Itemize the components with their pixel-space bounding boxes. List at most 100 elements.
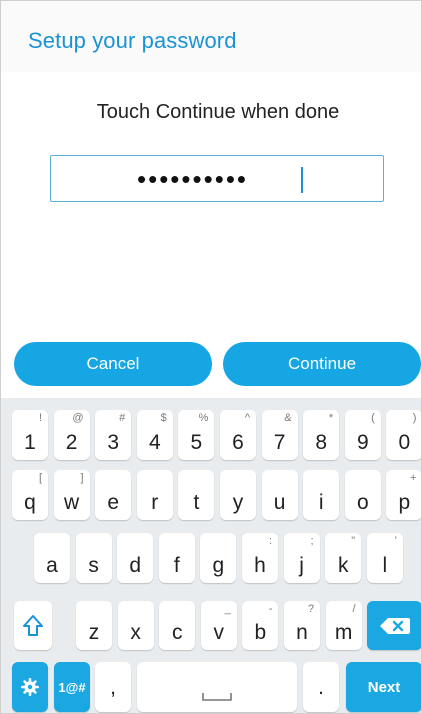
key-label: k (337, 554, 349, 577)
settings-key[interactable] (12, 662, 48, 712)
key-hint: % (198, 412, 209, 424)
key-label: w (64, 491, 80, 514)
key-label: c (171, 621, 183, 644)
key-label: x (130, 621, 141, 644)
key-q[interactable]: q[ (12, 470, 48, 520)
key-6[interactable]: 6 ^ (220, 410, 256, 460)
key-label: z (88, 621, 100, 644)
key-label: 8 (315, 431, 328, 454)
key-label: 9 (356, 431, 369, 454)
key-a[interactable]: a (34, 533, 70, 583)
key-label: l (382, 554, 388, 577)
key-b[interactable]: b- (242, 601, 279, 650)
key-label: n (296, 621, 308, 644)
key-hint: + (409, 472, 417, 484)
key-hint: ; (310, 535, 314, 547)
key-label: t (193, 491, 200, 514)
key-hint: ! (38, 412, 42, 424)
key-d[interactable]: d (117, 533, 154, 583)
space-key[interactable] (137, 662, 297, 712)
key-label: i (318, 491, 324, 514)
key-j[interactable]: j; (283, 533, 320, 583)
key-c[interactable]: c (159, 601, 196, 650)
password-mask: •••••••••• (137, 164, 249, 194)
backspace-key[interactable] (367, 601, 422, 650)
key-label: m (334, 621, 353, 644)
key-hint: & (284, 412, 292, 424)
key-label: 5 (190, 431, 203, 454)
key-label: v (213, 621, 225, 644)
key-label: g (212, 554, 225, 577)
key-k[interactable]: k " (325, 533, 362, 583)
key-e[interactable]: e (95, 470, 132, 520)
key-u[interactable]: u (261, 470, 298, 520)
key-m[interactable]: m / (325, 601, 362, 650)
key-w[interactable]: w] (53, 470, 90, 520)
key-hint: _ (224, 603, 231, 615)
key-8[interactable]: 8 * (303, 410, 340, 460)
key-label: e (107, 491, 120, 514)
key-v[interactable]: v _ (200, 601, 237, 650)
password-input[interactable]: •••••••••• (50, 155, 384, 202)
shift-key[interactable] (14, 601, 52, 650)
key-label: 4 (148, 431, 161, 454)
key-4[interactable]: 4 $ (136, 410, 173, 460)
shift-icon (23, 614, 43, 636)
next-key-label: Next (367, 678, 401, 696)
key-label: r (151, 491, 159, 514)
key-label: a (46, 554, 58, 577)
key-hint: : (268, 535, 272, 547)
key-x[interactable]: x (117, 601, 154, 650)
key-label: 0 (398, 431, 411, 454)
key-o[interactable]: o (344, 470, 381, 520)
key-hint: ^ (244, 412, 250, 424)
key-9[interactable]: 9( (344, 410, 381, 460)
key-s[interactable]: s (75, 533, 112, 583)
key-t[interactable]: t (178, 470, 215, 520)
symbols-key[interactable]: 1@# (54, 662, 90, 712)
comma-key[interactable]: , (95, 662, 131, 712)
backspace-icon (379, 617, 410, 634)
key-label: u (273, 491, 286, 514)
period-key[interactable]: . (303, 662, 339, 712)
key-2[interactable]: 2 @ (53, 410, 90, 460)
key-hint: [ (38, 472, 42, 484)
comma-key-label: , (110, 676, 116, 699)
key-n[interactable]: n? (284, 601, 320, 650)
key-label: 3 (107, 431, 120, 454)
text-cursor (301, 167, 303, 193)
key-h[interactable]: h: (242, 533, 278, 583)
key-hint: ) (412, 412, 417, 424)
key-hint: $ (160, 412, 167, 424)
key-y[interactable]: y (220, 470, 256, 520)
key-g[interactable]: g (200, 533, 237, 583)
page-title: Setup your password (28, 28, 237, 53)
key-1[interactable]: 1! (12, 410, 48, 460)
key-label: s (88, 554, 99, 577)
key-5[interactable]: 5% (178, 410, 215, 460)
space-bar-icon (202, 693, 232, 701)
continue-button[interactable]: Continue (223, 342, 421, 386)
key-label: j (299, 554, 304, 577)
symbols-key-label: 1@# (58, 679, 86, 695)
next-key[interactable]: Next (346, 662, 422, 712)
key-i[interactable]: i (303, 470, 340, 520)
key-hint: - (268, 603, 273, 615)
key-7[interactable]: 7 & (261, 410, 298, 460)
key-r[interactable]: r (136, 470, 173, 520)
key-3[interactable]: 3 # (95, 410, 132, 460)
key-label: f (173, 554, 180, 577)
key-f[interactable]: f (158, 533, 195, 583)
key-label: b (254, 621, 267, 644)
key-hint: / (352, 603, 356, 615)
key-z[interactable]: z (76, 601, 112, 650)
key-p[interactable]: p + (386, 470, 422, 520)
key-l[interactable]: l ' (366, 533, 403, 583)
key-label: 2 (65, 431, 78, 454)
period-key-label: . (318, 676, 324, 699)
key-label: p (398, 491, 411, 514)
key-label: 7 (273, 431, 286, 454)
cancel-button[interactable]: Cancel (14, 342, 212, 386)
key-0[interactable]: 0) (386, 410, 422, 460)
key-hint: ' (394, 535, 397, 547)
